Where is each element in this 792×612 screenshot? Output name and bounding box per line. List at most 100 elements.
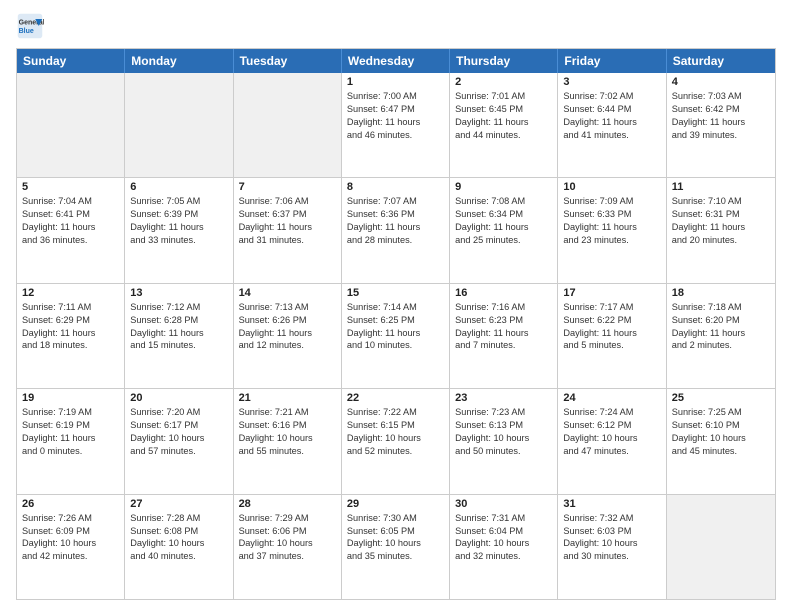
cell-info-line: Sunrise: 7:32 AM <box>563 512 660 525</box>
cell-info-line: and 10 minutes. <box>347 339 444 352</box>
cell-info-line: Sunset: 6:33 PM <box>563 208 660 221</box>
cal-cell: 18Sunrise: 7:18 AMSunset: 6:20 PMDayligh… <box>667 284 775 388</box>
cell-info-line: Sunrise: 7:12 AM <box>130 301 227 314</box>
cell-info-line: Daylight: 10 hours <box>130 432 227 445</box>
cell-info-line: Sunrise: 7:05 AM <box>130 195 227 208</box>
cell-info-line: Sunset: 6:37 PM <box>239 208 336 221</box>
cell-info-line: Sunset: 6:19 PM <box>22 419 119 432</box>
cell-info-line: Daylight: 10 hours <box>239 537 336 550</box>
cell-info-line: Sunset: 6:22 PM <box>563 314 660 327</box>
cell-info-line: Sunset: 6:16 PM <box>239 419 336 432</box>
cell-info-line: and 5 minutes. <box>563 339 660 352</box>
cal-cell: 16Sunrise: 7:16 AMSunset: 6:23 PMDayligh… <box>450 284 558 388</box>
day-number: 28 <box>239 498 336 510</box>
day-number: 4 <box>672 76 770 88</box>
cell-info-line: Daylight: 11 hours <box>455 327 552 340</box>
cal-cell: 2Sunrise: 7:01 AMSunset: 6:45 PMDaylight… <box>450 73 558 177</box>
cell-info-line: and 46 minutes. <box>347 129 444 142</box>
cell-info-line: Sunrise: 7:30 AM <box>347 512 444 525</box>
cell-info-line: Daylight: 10 hours <box>347 432 444 445</box>
cell-info-line: Daylight: 10 hours <box>22 537 119 550</box>
cell-info-line: Daylight: 10 hours <box>130 537 227 550</box>
cell-info-line: Sunset: 6:26 PM <box>239 314 336 327</box>
cal-cell: 10Sunrise: 7:09 AMSunset: 6:33 PMDayligh… <box>558 178 666 282</box>
page: General Blue SundayMondayTuesdayWednesda… <box>0 0 792 612</box>
cell-info-line: Daylight: 10 hours <box>455 537 552 550</box>
day-number: 2 <box>455 76 552 88</box>
day-number: 8 <box>347 181 444 193</box>
col-header-friday: Friday <box>558 49 666 73</box>
cell-info-line: Sunrise: 7:23 AM <box>455 406 552 419</box>
cal-cell <box>17 73 125 177</box>
cell-info-line: and 15 minutes. <box>130 339 227 352</box>
cell-info-line: Sunrise: 7:20 AM <box>130 406 227 419</box>
cell-info-line: Sunset: 6:39 PM <box>130 208 227 221</box>
cell-info-line: Sunset: 6:17 PM <box>130 419 227 432</box>
cell-info-line: Sunset: 6:34 PM <box>455 208 552 221</box>
cell-info-line: Daylight: 11 hours <box>563 221 660 234</box>
cell-info-line: Sunrise: 7:28 AM <box>130 512 227 525</box>
cal-cell: 7Sunrise: 7:06 AMSunset: 6:37 PMDaylight… <box>234 178 342 282</box>
header: General Blue <box>16 12 776 40</box>
cell-info-line: Sunrise: 7:14 AM <box>347 301 444 314</box>
cell-info-line: and 39 minutes. <box>672 129 770 142</box>
cell-info-line: Sunset: 6:41 PM <box>22 208 119 221</box>
cal-cell: 1Sunrise: 7:00 AMSunset: 6:47 PMDaylight… <box>342 73 450 177</box>
col-header-monday: Monday <box>125 49 233 73</box>
cell-info-line: Sunrise: 7:17 AM <box>563 301 660 314</box>
day-number: 3 <box>563 76 660 88</box>
day-number: 6 <box>130 181 227 193</box>
week-row-3: 19Sunrise: 7:19 AMSunset: 6:19 PMDayligh… <box>17 388 775 493</box>
cal-cell: 9Sunrise: 7:08 AMSunset: 6:34 PMDaylight… <box>450 178 558 282</box>
cell-info-line: and 0 minutes. <box>22 445 119 458</box>
cell-info-line: Sunrise: 7:25 AM <box>672 406 770 419</box>
cell-info-line: Sunset: 6:09 PM <box>22 525 119 538</box>
day-number: 1 <box>347 76 444 88</box>
logo: General Blue <box>16 12 48 40</box>
cell-info-line: Daylight: 11 hours <box>672 327 770 340</box>
week-row-4: 26Sunrise: 7:26 AMSunset: 6:09 PMDayligh… <box>17 494 775 599</box>
cell-info-line: and 35 minutes. <box>347 550 444 563</box>
cell-info-line: Sunrise: 7:11 AM <box>22 301 119 314</box>
cell-info-line: Daylight: 11 hours <box>563 327 660 340</box>
cal-cell: 28Sunrise: 7:29 AMSunset: 6:06 PMDayligh… <box>234 495 342 599</box>
cell-info-line: Daylight: 11 hours <box>22 432 119 445</box>
day-number: 12 <box>22 287 119 299</box>
cell-info-line: Daylight: 11 hours <box>347 327 444 340</box>
cell-info-line: Sunset: 6:15 PM <box>347 419 444 432</box>
cal-cell <box>125 73 233 177</box>
day-number: 17 <box>563 287 660 299</box>
day-number: 14 <box>239 287 336 299</box>
cell-info-line: Sunset: 6:42 PM <box>672 103 770 116</box>
cell-info-line: and 12 minutes. <box>239 339 336 352</box>
cell-info-line: Sunset: 6:45 PM <box>455 103 552 116</box>
cal-cell: 23Sunrise: 7:23 AMSunset: 6:13 PMDayligh… <box>450 389 558 493</box>
cal-cell <box>234 73 342 177</box>
cell-info-line: and 57 minutes. <box>130 445 227 458</box>
col-header-tuesday: Tuesday <box>234 49 342 73</box>
cell-info-line: Sunrise: 7:21 AM <box>239 406 336 419</box>
cell-info-line: Sunrise: 7:19 AM <box>22 406 119 419</box>
cell-info-line: Sunset: 6:08 PM <box>130 525 227 538</box>
cell-info-line: Sunset: 6:06 PM <box>239 525 336 538</box>
cell-info-line: Daylight: 11 hours <box>130 327 227 340</box>
cell-info-line: Daylight: 10 hours <box>239 432 336 445</box>
cal-cell: 15Sunrise: 7:14 AMSunset: 6:25 PMDayligh… <box>342 284 450 388</box>
cell-info-line: Sunset: 6:05 PM <box>347 525 444 538</box>
cal-cell: 31Sunrise: 7:32 AMSunset: 6:03 PMDayligh… <box>558 495 666 599</box>
cell-info-line: Daylight: 11 hours <box>239 221 336 234</box>
cal-cell: 20Sunrise: 7:20 AMSunset: 6:17 PMDayligh… <box>125 389 233 493</box>
cell-info-line: Sunset: 6:13 PM <box>455 419 552 432</box>
cell-info-line: Sunrise: 7:13 AM <box>239 301 336 314</box>
day-number: 25 <box>672 392 770 404</box>
cal-cell: 30Sunrise: 7:31 AMSunset: 6:04 PMDayligh… <box>450 495 558 599</box>
cell-info-line: Sunset: 6:20 PM <box>672 314 770 327</box>
cell-info-line: Daylight: 11 hours <box>22 221 119 234</box>
cal-cell: 22Sunrise: 7:22 AMSunset: 6:15 PMDayligh… <box>342 389 450 493</box>
cell-info-line: Sunrise: 7:26 AM <box>22 512 119 525</box>
week-row-2: 12Sunrise: 7:11 AMSunset: 6:29 PMDayligh… <box>17 283 775 388</box>
cal-cell: 29Sunrise: 7:30 AMSunset: 6:05 PMDayligh… <box>342 495 450 599</box>
cal-cell: 24Sunrise: 7:24 AMSunset: 6:12 PMDayligh… <box>558 389 666 493</box>
cal-cell: 5Sunrise: 7:04 AMSunset: 6:41 PMDaylight… <box>17 178 125 282</box>
cell-info-line: and 23 minutes. <box>563 234 660 247</box>
